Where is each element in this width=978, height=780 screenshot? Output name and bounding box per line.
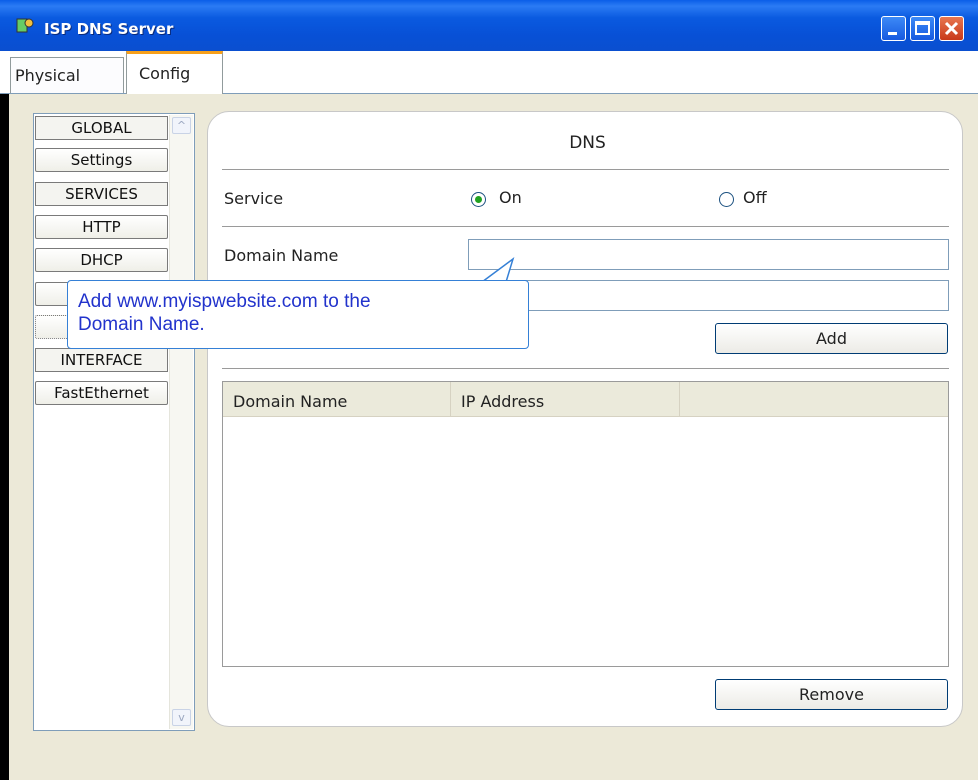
domain-name-input[interactable]: [468, 239, 949, 270]
sidebar-item-dhcp[interactable]: DHCP: [35, 248, 168, 272]
tooltip-line: Domain Name.: [78, 314, 205, 335]
close-icon: [944, 21, 959, 36]
address-input[interactable]: [468, 280, 949, 311]
divider: [222, 226, 949, 227]
remove-button[interactable]: Remove: [715, 679, 948, 710]
service-label: Service: [224, 189, 284, 208]
domain-name-label: Domain Name: [224, 246, 339, 265]
maximize-icon: [915, 21, 930, 35]
maximize-button[interactable]: [910, 16, 935, 41]
sidebar-scrollbar[interactable]: ^ v: [169, 115, 193, 729]
sidebar-header-interface: INTERFACE: [35, 348, 168, 372]
column-header-domain-name[interactable]: Domain Name: [223, 382, 451, 417]
dns-records-table: Domain Name IP Address: [222, 381, 949, 667]
title-bar: ISP DNS Server: [0, 0, 978, 51]
close-button[interactable]: [939, 16, 964, 41]
sidebar-item-http[interactable]: HTTP: [35, 215, 168, 239]
scroll-up-icon[interactable]: ^: [172, 117, 191, 134]
tab-physical[interactable]: Physical: [10, 57, 124, 93]
divider: [222, 169, 949, 170]
service-on-radio[interactable]: [471, 192, 486, 207]
column-header-ip-address[interactable]: IP Address: [451, 382, 680, 417]
instruction-tooltip: Add www.myispwebsite.com to the Domain N…: [67, 280, 529, 349]
tooltip-line: Add www.myispwebsite.com to the: [78, 291, 371, 312]
sidebar-item-fastethernet[interactable]: FastEthernet: [35, 381, 168, 405]
divider: [222, 368, 949, 369]
minimize-icon: [888, 32, 897, 35]
service-off-radio[interactable]: [719, 192, 734, 207]
scroll-down-icon[interactable]: v: [172, 709, 191, 726]
tab-strip: Physical Config: [0, 51, 978, 94]
server-icon: [16, 18, 34, 33]
sidebar: GLOBAL Settings SERVICES HTTP DHCP INTER…: [33, 113, 195, 731]
sidebar-header-services: SERVICES: [35, 182, 168, 206]
add-button[interactable]: Add: [715, 323, 948, 354]
window-title: ISP DNS Server: [44, 20, 174, 38]
service-on-label[interactable]: On: [499, 188, 522, 207]
minimize-button[interactable]: [881, 16, 906, 41]
tab-config[interactable]: Config: [126, 51, 223, 94]
window-left-edge: [0, 94, 9, 780]
service-off-label[interactable]: Off: [743, 188, 767, 207]
table-header: Domain Name IP Address: [223, 382, 948, 417]
dns-title: DNS: [569, 133, 606, 153]
